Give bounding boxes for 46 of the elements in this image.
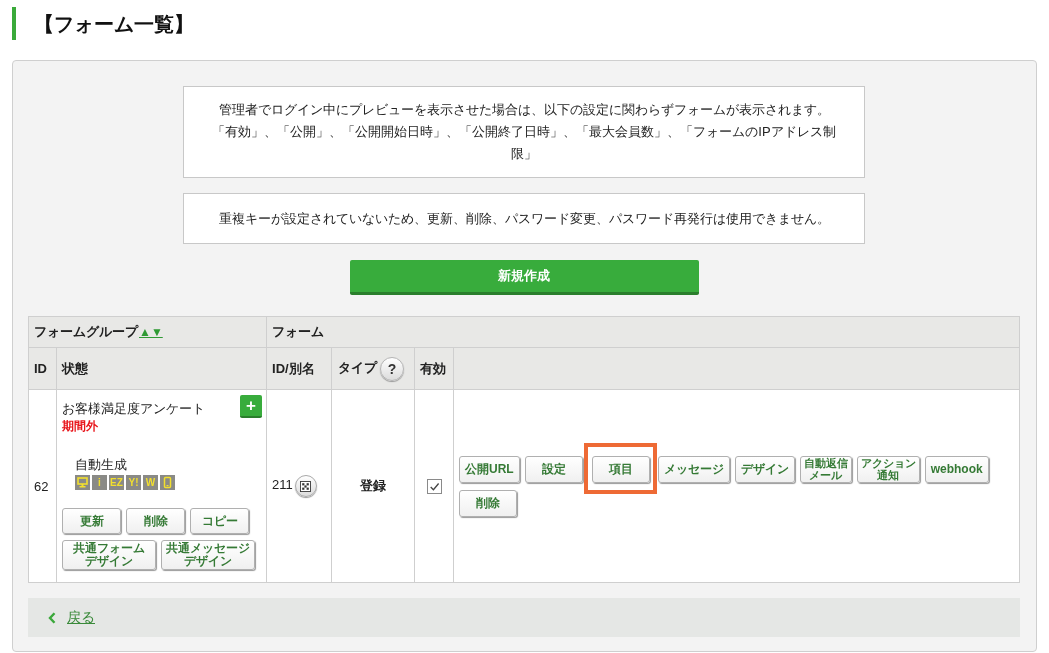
form-action-button[interactable]: メッセージ: [657, 455, 730, 483]
column-header: ID/別名: [272, 360, 315, 376]
device-tag: i: [92, 475, 107, 490]
sort-link[interactable]: ▲▼: [139, 325, 163, 339]
device-tag: EZ: [109, 475, 124, 490]
form-id: 211: [272, 477, 293, 493]
column-header: ID: [34, 361, 47, 376]
notice-text: 重複キーが設定されていないため、更新、削除、パスワード変更、パスワード再発行は使用できません。: [183, 193, 865, 244]
form-action-button[interactable]: 設定: [524, 455, 583, 483]
form-action-button[interactable]: 削除: [459, 489, 517, 517]
id-cell: 62: [28, 389, 57, 583]
add-button[interactable]: +: [240, 395, 262, 418]
chevron-left-icon: [48, 611, 56, 624]
column-header: 有効: [420, 360, 446, 376]
column-header: タイプ: [338, 359, 377, 375]
column-group-header: フォームグループ: [34, 324, 138, 339]
device-tag: Y!: [126, 475, 141, 490]
form-action-button[interactable]: 項目: [591, 455, 650, 483]
group-action-button[interactable]: 削除: [126, 508, 185, 534]
group-action-button[interactable]: 共通フォーム デザイン: [62, 540, 156, 570]
form-action-button[interactable]: 公開URL: [459, 455, 520, 483]
create-button[interactable]: 新規作成: [349, 260, 699, 295]
page-title: 【フォーム一覧】: [34, 11, 194, 37]
help-button[interactable]: ?: [380, 356, 404, 381]
qr-button[interactable]: [294, 475, 317, 497]
generation-label: 自動生成: [75, 457, 127, 472]
form-action-button[interactable]: アクション 通知: [856, 455, 920, 483]
device-tag: W: [143, 475, 158, 490]
type-cell: 登録: [331, 389, 415, 583]
group-action-button[interactable]: 共通メッセージ デザイン: [161, 540, 255, 570]
notice-text: 管理者でログイン中にプレビューを表示させた場合は、以下の設定に関わらずフォームが表示されます。 「有効」、「公開」、「公開開始日時」、「公開終了日時」、「最大会員数」、「フォームのIPアドレス制限」: [183, 86, 865, 178]
column-group-header: フォーム: [272, 324, 324, 339]
enabled-checkbox[interactable]: [426, 479, 442, 495]
qr-code-icon: [300, 480, 312, 492]
column-header: 状態: [62, 360, 88, 376]
group-action-button[interactable]: コピー: [190, 508, 249, 534]
form-action-button[interactable]: webhook: [924, 455, 989, 483]
group-action-button[interactable]: 更新: [62, 508, 121, 534]
form-action-button[interactable]: デザイン: [734, 455, 795, 483]
phone-icon: [160, 475, 175, 490]
back-link[interactable]: 戻る: [67, 608, 95, 627]
period-status: 期間外: [62, 419, 98, 433]
check-icon: [427, 480, 441, 494]
monitor-icon: [75, 475, 90, 490]
group-name: お客様満足度アンケート: [62, 400, 205, 418]
form-action-button[interactable]: 自動返信 メール: [799, 455, 852, 483]
